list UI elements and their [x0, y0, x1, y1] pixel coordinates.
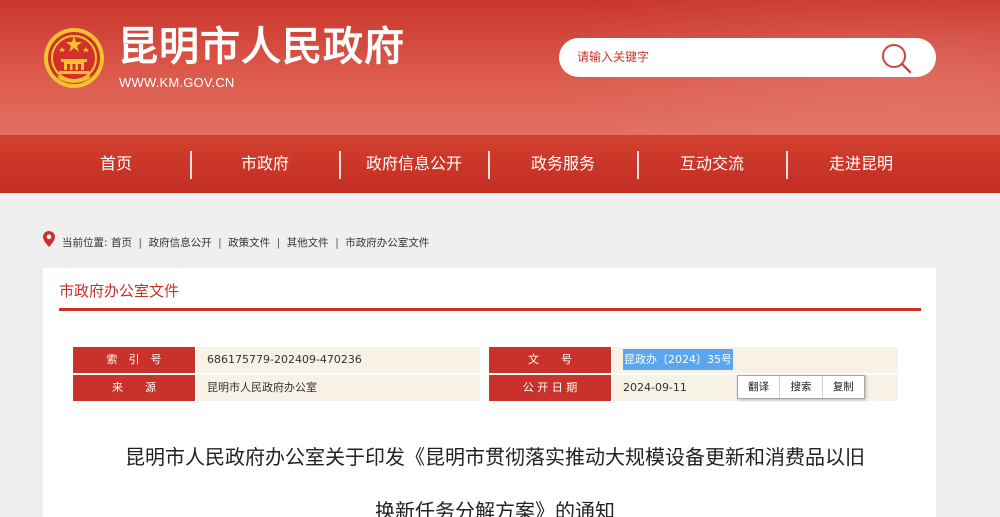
nav-item-info-disclosure[interactable]: 政府信息公开 — [354, 135, 474, 193]
nav-divider — [786, 151, 788, 179]
document-title-line-1: 昆明市人民政府办公室关于印发《昆明市贯彻落实推动大规模设备更新和消费品以旧 — [125, 445, 865, 469]
site-header: 昆明市人民政府 WWW.KM.GOV.CN — [0, 0, 1000, 135]
search-button[interactable]: 搜索 — [780, 376, 823, 398]
search-input[interactable] — [577, 47, 867, 67]
national-emblem-icon[interactable] — [43, 27, 105, 89]
index-number-value: 686175779-202409-470236 — [197, 347, 480, 373]
section-title: 市政府办公室文件 — [59, 282, 180, 300]
document-number-value: 昆政办〔2024〕35号 — [623, 349, 733, 370]
site-url: WWW.KM.GOV.CN — [119, 75, 235, 90]
search-box — [559, 38, 936, 77]
nav-divider — [488, 151, 490, 179]
translate-button[interactable]: 翻译 — [738, 376, 781, 398]
breadcrumb-link-info-disclosure[interactable]: 政府信息公开 — [149, 237, 212, 249]
search-icon[interactable] — [879, 41, 913, 75]
selection-toolbar: 翻译 搜索 复制 — [737, 375, 865, 399]
nav-divider — [339, 151, 341, 179]
publish-date-label: 公 开 日 期 — [489, 375, 611, 401]
document-number-cell: 昆政办〔2024〕35号 — [613, 347, 898, 373]
nav-item-interaction[interactable]: 互动交流 — [652, 135, 772, 193]
nav-item-city-government[interactable]: 市政府 — [205, 135, 325, 193]
breadcrumb-separator: | — [218, 237, 222, 249]
breadcrumb-separator: | — [276, 237, 281, 249]
nav-item-home[interactable]: 首页 — [56, 135, 176, 193]
breadcrumb-link-other-documents[interactable]: 其他文件 — [287, 237, 329, 249]
breadcrumb-separator: | — [335, 237, 339, 249]
source-value: 昆明市人民政府办公室 — [197, 375, 480, 401]
section-divider — [59, 308, 921, 311]
index-number-label: 索 引 号 — [73, 347, 195, 373]
nav-divider — [190, 151, 192, 179]
breadcrumb-prefix: 当前位置: — [62, 237, 108, 249]
source-label: 来 源 — [73, 375, 195, 401]
nav-item-government-services[interactable]: 政务服务 — [503, 135, 623, 193]
nav-divider — [637, 151, 639, 179]
copy-button[interactable]: 复制 — [823, 376, 864, 398]
site-title[interactable]: 昆明市人民政府 — [118, 22, 405, 72]
breadcrumb-link-home[interactable]: 首页 — [111, 237, 132, 249]
breadcrumb-link-office-documents[interactable]: 市政府办公室文件 — [345, 237, 429, 249]
nav-item-about-kunming[interactable]: 走进昆明 — [801, 135, 921, 193]
main-nav: 首页 市政府 政府信息公开 政务服务 互动交流 走进昆明 — [0, 135, 1000, 193]
location-pin-icon — [43, 231, 55, 247]
breadcrumb-separator: | — [138, 237, 143, 249]
document-title-line-2: 换新任务分解方案》的通知 — [375, 499, 615, 517]
document-title: 昆明市人民政府办公室关于印发《昆明市贯彻落实推动大规模设备更新和消费品以旧 换新… — [60, 430, 930, 517]
document-number-label: 文 号 — [489, 347, 611, 373]
breadcrumb-link-policy-documents[interactable]: 政策文件 — [228, 237, 270, 249]
